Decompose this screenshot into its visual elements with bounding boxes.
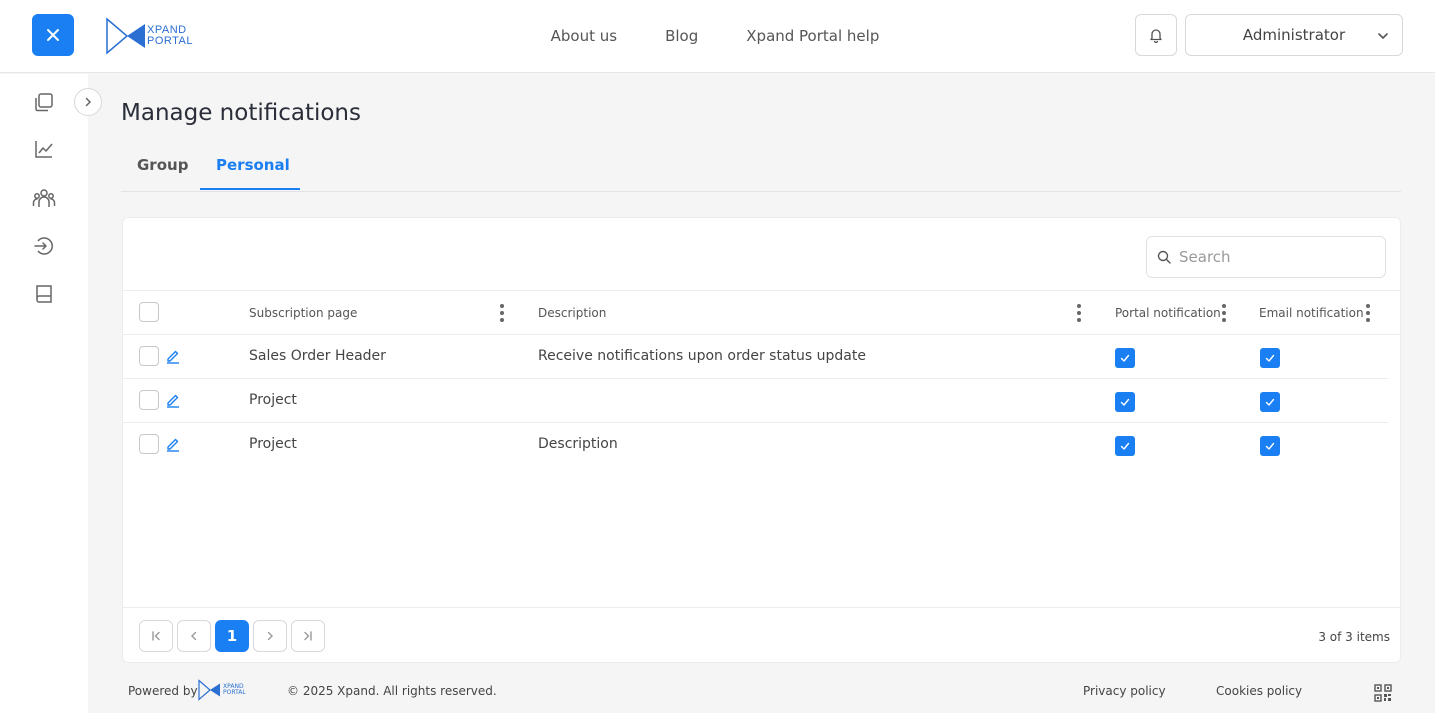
chart-line-icon	[35, 141, 53, 158]
active-tab-indicator	[200, 188, 300, 190]
user-name: Administrator	[1242, 26, 1346, 44]
pagination: 1 3 of 3 items	[123, 607, 1402, 663]
column-menu-description[interactable]	[1077, 304, 1081, 322]
tabs: Group Personal	[121, 140, 1401, 192]
row-select-checkbox[interactable]	[139, 390, 159, 410]
nav-blog[interactable]: Blog	[665, 27, 698, 45]
privacy-policy-link[interactable]: Privacy policy	[1083, 684, 1166, 698]
chevron-down-icon	[1378, 33, 1388, 40]
cookies-policy-link[interactable]: Cookies policy	[1216, 684, 1302, 698]
documents-icon	[35, 93, 53, 112]
edit-pencil-icon[interactable]	[165, 348, 181, 364]
check-icon	[1265, 442, 1275, 450]
row-select-checkbox[interactable]	[139, 346, 159, 366]
nav-about-us[interactable]: About us	[551, 27, 617, 45]
description-cell: Receive notifications upon order status …	[538, 348, 866, 364]
check-icon	[1265, 354, 1275, 362]
close-menu-button[interactable]	[32, 14, 74, 56]
table-header: Subscription page Description Portal not…	[123, 290, 1402, 335]
tab-group[interactable]: Group	[137, 156, 188, 174]
tab-personal[interactable]: Personal	[216, 156, 290, 174]
qr-code-icon[interactable]	[1374, 684, 1392, 702]
sidebar-item-documents[interactable]	[32, 90, 56, 114]
close-icon	[47, 29, 59, 41]
table-row: Sales Order Header Receive notifications…	[123, 335, 1388, 379]
pagination-summary: 3 of 3 items	[1318, 630, 1390, 644]
footer-logo-line2: PORTAL	[223, 689, 246, 696]
powered-by-label: Powered by	[128, 684, 198, 698]
user-menu-dropdown[interactable]: Administrator	[1185, 14, 1403, 56]
portal-notification-checkbox[interactable]	[1115, 392, 1135, 412]
last-page-button[interactable]	[291, 620, 325, 652]
bell-icon	[1150, 29, 1162, 43]
page-1-button[interactable]: 1	[215, 620, 249, 652]
first-page-icon	[152, 631, 160, 641]
search-icon	[1157, 250, 1171, 264]
logo-mark-icon	[198, 679, 220, 701]
column-portal-notification[interactable]: Portal notification	[1115, 306, 1221, 320]
column-subscription-page[interactable]: Subscription page	[249, 306, 357, 320]
subscription-page-cell: Project	[249, 436, 297, 452]
footer: Powered by XPAND PORTAL © 2025 Xpand. Al…	[88, 672, 1435, 713]
sidebar-item-sign-in[interactable]	[32, 234, 56, 258]
column-description[interactable]: Description	[538, 306, 606, 320]
subscription-page-cell: Project	[249, 392, 297, 408]
search-input[interactable]	[1179, 248, 1369, 266]
sidebar	[0, 74, 88, 713]
check-icon	[1120, 442, 1130, 450]
portal-notification-checkbox[interactable]	[1115, 436, 1135, 456]
notifications-button[interactable]	[1135, 14, 1177, 56]
table-row: Project Description	[123, 423, 1388, 467]
search-box	[1146, 236, 1386, 278]
users-icon	[32, 189, 56, 207]
expand-sidebar-button[interactable]	[74, 88, 102, 116]
logo-line2: PORTAL	[147, 35, 193, 47]
xpand-portal-logo[interactable]: XPAND PORTAL	[105, 16, 193, 56]
check-icon	[1265, 398, 1275, 406]
edit-pencil-icon[interactable]	[165, 436, 181, 452]
select-all-checkbox[interactable]	[139, 302, 159, 322]
next-page-button[interactable]	[253, 620, 287, 652]
subscription-page-cell: Sales Order Header	[249, 348, 386, 364]
column-menu-email-notification[interactable]	[1366, 304, 1370, 322]
portal-notification-checkbox[interactable]	[1115, 348, 1135, 368]
first-page-button[interactable]	[139, 620, 173, 652]
book-icon	[36, 285, 52, 303]
email-notification-checkbox[interactable]	[1260, 436, 1280, 456]
sign-in-icon	[34, 237, 53, 255]
chevron-right-icon	[267, 631, 273, 641]
last-page-icon	[304, 631, 312, 641]
table-row: Project	[123, 379, 1388, 423]
footer-logo: XPAND PORTAL	[198, 679, 246, 701]
copyright: © 2025 Xpand. All rights reserved.	[287, 684, 497, 698]
chevron-right-icon	[85, 97, 92, 107]
top-header: XPAND PORTAL About us Blog Xpand Portal …	[0, 0, 1435, 73]
column-email-notification[interactable]: Email notification	[1259, 306, 1364, 320]
column-menu-portal-notification[interactable]	[1222, 304, 1226, 322]
nav-portal-help[interactable]: Xpand Portal help	[746, 27, 879, 45]
sidebar-item-analytics[interactable]	[32, 137, 56, 161]
logo-mark-icon	[106, 17, 145, 55]
check-icon	[1120, 354, 1130, 362]
edit-pencil-icon[interactable]	[165, 392, 181, 408]
sidebar-item-users[interactable]	[32, 186, 56, 210]
column-menu-subscription-page[interactable]	[500, 304, 504, 322]
notifications-card: Subscription page Description Portal not…	[122, 217, 1402, 663]
email-notification-checkbox[interactable]	[1260, 392, 1280, 412]
page-title: Manage notifications	[121, 100, 361, 126]
row-select-checkbox[interactable]	[139, 434, 159, 454]
check-icon	[1120, 398, 1130, 406]
email-notification-checkbox[interactable]	[1260, 348, 1280, 368]
sidebar-item-knowledge-base[interactable]	[32, 282, 56, 306]
description-cell: Description	[538, 436, 618, 452]
previous-page-button[interactable]	[177, 620, 211, 652]
chevron-left-icon	[191, 631, 197, 641]
